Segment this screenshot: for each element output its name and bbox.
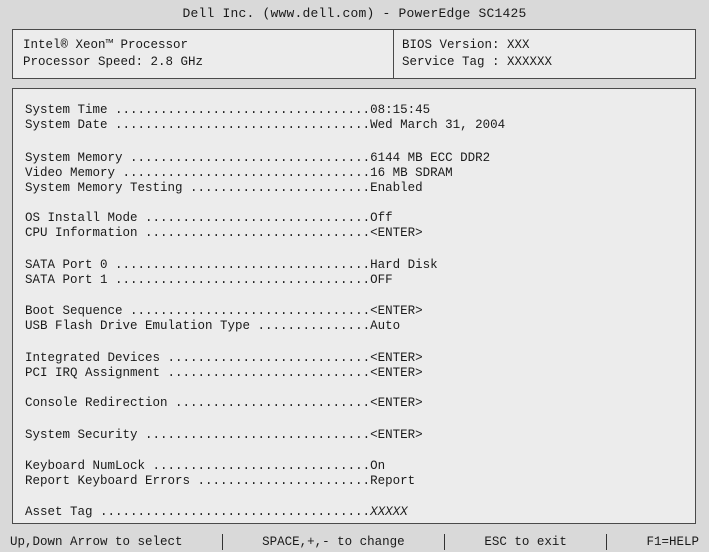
key-help-bar: Up,Down Arrow to select SPACE,+,- to cha… [0, 532, 709, 552]
setting-cpu-information[interactable]: CPU Information ........................… [25, 226, 423, 241]
setting-pci-irq-assignment[interactable]: PCI IRQ Assignment .....................… [25, 366, 423, 381]
leader-dots: .................................. [115, 103, 371, 117]
setting-label: Video Memory [25, 166, 123, 180]
setting-label: System Date [25, 118, 116, 132]
exit-hint: ESC to exit [484, 535, 567, 549]
setting-integrated-devices[interactable]: Integrated Devices .....................… [25, 351, 423, 366]
setting-label: OS Install Mode [25, 211, 146, 225]
leader-dots: .............................. [145, 226, 371, 240]
leader-dots: ................................ [130, 304, 371, 318]
setting-keyboard-numlock[interactable]: Keyboard NumLock .......................… [25, 459, 385, 474]
setting-label: System Memory Testing [25, 181, 191, 195]
setting-value: <ENTER> [370, 351, 423, 365]
window-title: Dell Inc. (www.dell.com) - PowerEdge SC1… [182, 6, 527, 21]
setting-value: 08:15:45 [370, 103, 431, 117]
setting-value: <ENTER> [370, 428, 423, 442]
setting-value: On [370, 459, 386, 473]
setting-label: Boot Sequence [25, 304, 131, 318]
leader-dots: ........................... [167, 351, 371, 365]
setting-os-install-mode[interactable]: OS Install Mode ........................… [25, 211, 393, 226]
setting-label: SATA Port 0 [25, 258, 116, 272]
leader-dots: ................................. [122, 166, 371, 180]
footer-divider [606, 534, 608, 550]
leader-dots: ............... [257, 319, 371, 333]
setting-boot-sequence[interactable]: Boot Sequence ..........................… [25, 304, 423, 319]
setting-label: System Memory [25, 151, 131, 165]
leader-dots: ........................ [190, 181, 371, 195]
leader-dots: ................................ [130, 151, 371, 165]
setting-label: Keyboard NumLock [25, 459, 153, 473]
setting-value: Off [370, 211, 393, 225]
setting-system-security[interactable]: System Security ........................… [25, 428, 423, 443]
leader-dots: .................................. [115, 258, 371, 272]
setting-value: 16 MB SDRAM [370, 166, 453, 180]
setting-value: <ENTER> [370, 366, 423, 380]
footer-divider [444, 534, 445, 550]
setting-system-memory[interactable]: System Memory ..........................… [25, 151, 490, 166]
setting-value: <ENTER> [370, 304, 423, 318]
setting-system-time[interactable]: System Time ............................… [25, 103, 430, 118]
leader-dots: .................................... [100, 505, 371, 519]
setting-system-date[interactable]: System Date ............................… [25, 118, 505, 133]
setting-value: Enabled [370, 181, 423, 195]
footer-divider [221, 534, 223, 550]
leader-dots: .......................... [175, 396, 371, 410]
setting-label: Report Keyboard Errors [25, 474, 198, 488]
bios-version: BIOS Version: XXX [402, 38, 530, 52]
leader-dots: .................................. [115, 273, 371, 287]
help-hint[interactable]: F1=HELP [636, 535, 709, 549]
setting-value: Wed March 31, 2004 [370, 118, 506, 132]
setting-value: <ENTER> [370, 226, 423, 240]
setting-label: SATA Port 1 [25, 273, 116, 287]
setting-label: Asset Tag [25, 505, 101, 519]
navigate-hint: Up,Down Arrow to select [10, 535, 183, 549]
setting-label: Console Redirection [25, 396, 176, 410]
setting-usb-flash-emulation[interactable]: USB Flash Drive Emulation Type .........… [25, 319, 400, 334]
setting-value: Report [370, 474, 416, 488]
system-info-panel: Intel® Xeon™ Processor Processor Speed: … [12, 29, 696, 79]
setting-asset-tag[interactable]: Asset Tag ..............................… [25, 505, 408, 520]
service-tag: Service Tag : XXXXXX [402, 55, 553, 69]
setting-report-keyboard-errors[interactable]: Report Keyboard Errors .................… [25, 474, 415, 489]
leader-dots: .............................. [145, 428, 371, 442]
setting-value: Auto [370, 319, 401, 333]
settings-panel: System Time ............................… [12, 88, 696, 524]
info-divider [393, 30, 394, 78]
setting-label: System Security [25, 428, 146, 442]
processor-name: Intel® Xeon™ Processor [23, 38, 189, 52]
leader-dots: .................................. [115, 118, 371, 132]
leader-dots: ........................... [167, 366, 371, 380]
setting-value: XXXXX [370, 505, 408, 519]
setting-value: Hard Disk [370, 258, 438, 272]
setting-sata-port-0[interactable]: SATA Port 0 ............................… [25, 258, 438, 273]
setting-value: OFF [370, 273, 393, 287]
setting-value: <ENTER> [370, 396, 423, 410]
setting-system-memory-testing[interactable]: System Memory Testing ..................… [25, 181, 423, 196]
change-hint: SPACE,+,- to change [262, 535, 405, 549]
setting-video-memory[interactable]: Video Memory ...........................… [25, 166, 453, 181]
setting-value: 6144 MB ECC DDR2 [370, 151, 491, 165]
leader-dots: ............................. [152, 459, 371, 473]
setting-label: PCI IRQ Assignment [25, 366, 168, 380]
setting-label: CPU Information [25, 226, 146, 240]
leader-dots: .............................. [145, 211, 371, 225]
setting-label: USB Flash Drive Emulation Type [25, 319, 258, 333]
processor-speed: Processor Speed: 2.8 GHz [23, 55, 204, 69]
setting-label: Integrated Devices [25, 351, 168, 365]
setting-label: System Time [25, 103, 116, 117]
setting-sata-port-1[interactable]: SATA Port 1 ............................… [25, 273, 393, 288]
leader-dots: ....................... [197, 474, 371, 488]
setting-console-redirection[interactable]: Console Redirection ....................… [25, 396, 423, 411]
